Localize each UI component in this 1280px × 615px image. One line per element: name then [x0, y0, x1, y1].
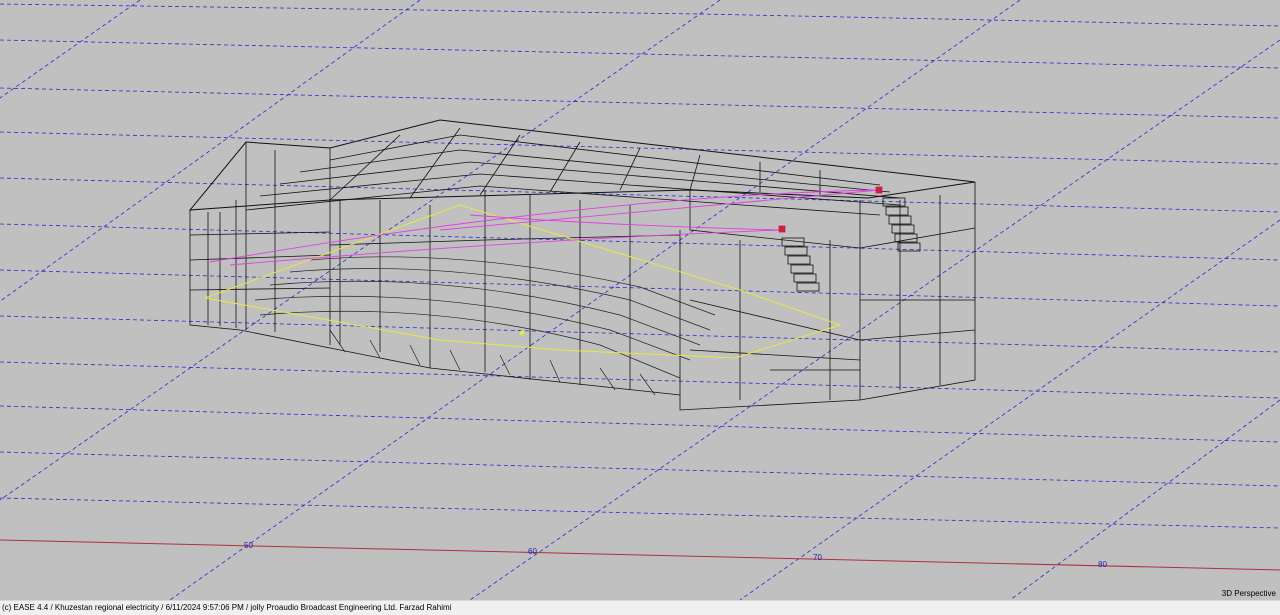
- model-scene[interactable]: 50 60 70 80: [0, 0, 1280, 600]
- axis-tick-70: 70: [813, 553, 822, 562]
- status-bar: (c) EASE 4.4 / Khuzestan regional electr…: [0, 600, 1280, 615]
- 3d-viewport[interactable]: 50 60 70 80 3D Perspective: [0, 0, 1280, 600]
- line-array-left[interactable]: [778, 225, 820, 292]
- axis-tick-60: 60: [528, 547, 537, 556]
- axis-tick-80: 80: [1098, 560, 1107, 569]
- view-mode-label: 3D Perspective: [1221, 589, 1276, 598]
- status-text: (c) EASE 4.4 / Khuzestan regional electr…: [2, 603, 452, 612]
- hall-wireframe[interactable]: [188, 119, 976, 411]
- ground-grid: [0, 0, 1280, 600]
- x-axis: 50 60 70 80: [0, 539, 1280, 571]
- listener-seat-marker[interactable]: [519, 330, 525, 336]
- axis-tick-50: 50: [244, 541, 253, 550]
